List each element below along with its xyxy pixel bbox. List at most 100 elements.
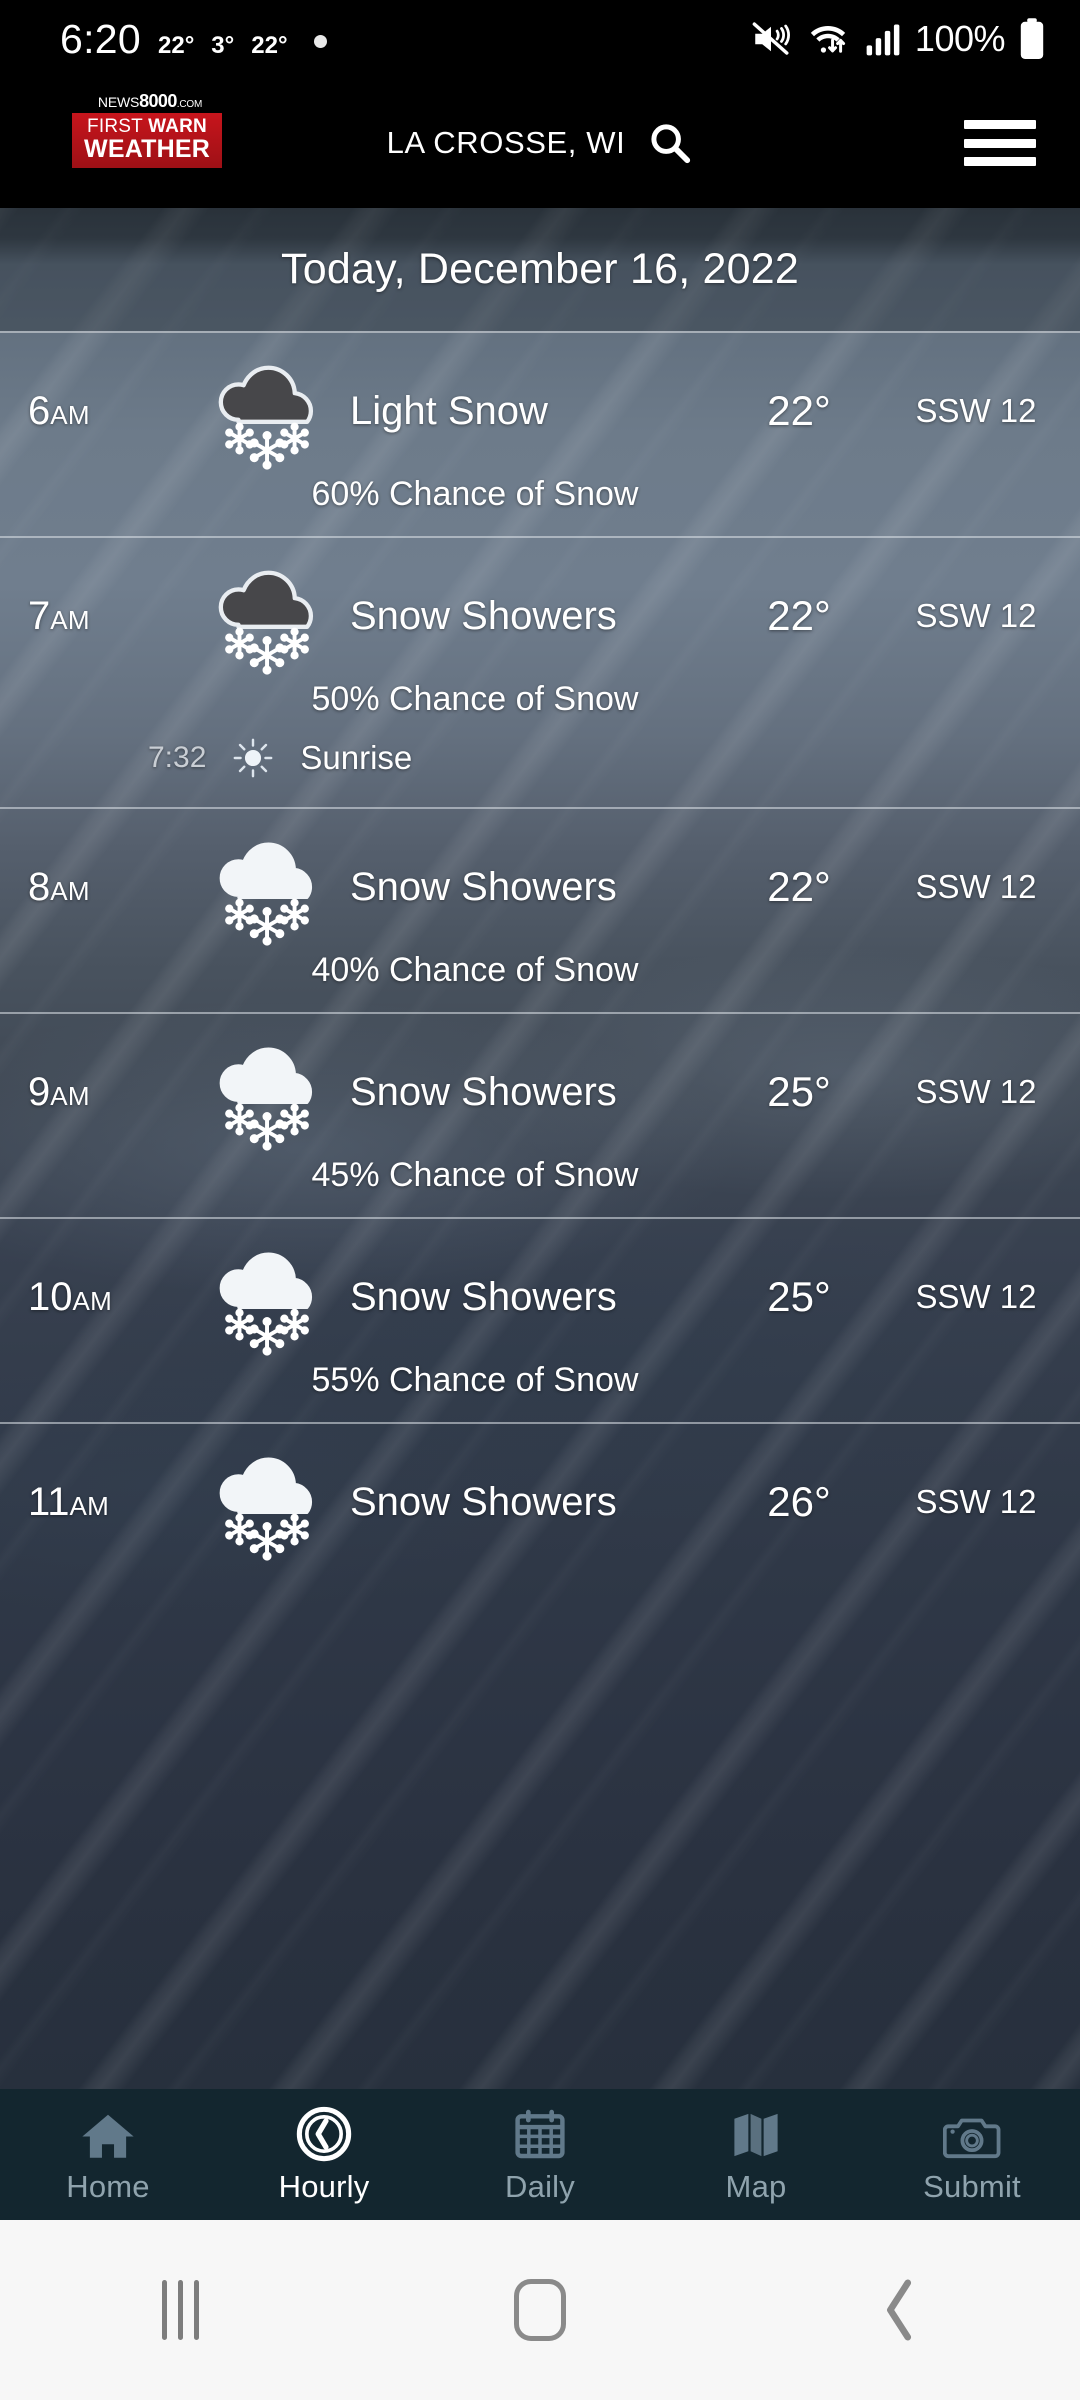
hourly-row[interactable]: 11AM Snow Showers 26° SSW 12 [0, 1424, 1080, 1580]
sunrise-sun-icon [233, 738, 273, 778]
logo-first-warn-weather-box: FIRST WARN WEATHER [72, 113, 222, 169]
android-status-bar: 6:20 22° 3° 22° 100% [0, 0, 1080, 78]
home-button-icon[interactable] [360, 2279, 720, 2341]
recents-bar-3 [193, 2280, 199, 2340]
notification-dot-icon [313, 34, 327, 48]
battery-icon [1020, 18, 1044, 59]
hour-temperature: 22° [767, 863, 831, 910]
status-bar-temp-2: 3° [211, 31, 235, 59]
hourly-row[interactable]: 10AM Snow Showers 25° SSW 12 55% Chance … [0, 1219, 1080, 1424]
status-bar-left: 6:20 22° 3° 22° [60, 16, 327, 63]
hour-time-ampm: AM [50, 399, 90, 430]
home-button-shape [514, 2279, 566, 2341]
hour-time: 8AM [0, 865, 196, 910]
hour-condition: Snow Showers [350, 593, 617, 638]
hour-condition: Light Snow [350, 388, 548, 433]
hour-wind: SSW 12 [915, 597, 1037, 634]
hourly-scroll-list[interactable]: Today, December 16, 2022 6AM Light Snow … [0, 208, 1080, 2089]
status-bar-right: 100% [750, 17, 1046, 61]
logo-first-word: FIRST [87, 116, 149, 137]
hour-condition: Snow Showers [350, 1069, 617, 1114]
snow-cloud-icon [218, 365, 314, 470]
tab-map[interactable]: Map [648, 2089, 864, 2220]
hourly-row-main: 6AM Light Snow 22° SSW 12 [0, 333, 1080, 489]
hour-precip-chance: 45% Chance of Snow [311, 1156, 639, 1194]
hour-condition: Snow Showers [350, 1479, 617, 1524]
hourly-row-main: 8AM Snow Showers 22° SSW 12 [0, 809, 1080, 965]
hourly-row[interactable]: 9AM Snow Showers 25° SSW 12 45% Chance o… [0, 1014, 1080, 1219]
hour-wind: SSW 12 [915, 1483, 1037, 1520]
hour-precip-chance: 60% Chance of Snow [311, 475, 639, 513]
tab-label-submit: Submit [923, 2168, 1021, 2204]
hamburger-bar-1 [964, 120, 1036, 129]
logo-news8000-text: NEWS8000.COM [72, 92, 222, 110]
tab-submit[interactable]: Submit [864, 2089, 1080, 2220]
tab-daily[interactable]: Daily [432, 2089, 648, 2220]
search-icon[interactable] [647, 120, 693, 166]
mute-icon [752, 22, 790, 55]
logo-news-word: NEWS [97, 94, 140, 110]
hour-time-value: 11 [28, 1479, 70, 1524]
logo-warn-word: WARN [148, 116, 207, 137]
hamburger-bar-3 [964, 157, 1036, 166]
date-header-label: Today, December 16, 2022 [281, 245, 799, 293]
logo-8000-word: 8000 [139, 91, 177, 111]
tab-label-map: Map [725, 2168, 787, 2204]
hour-time: 6AM [0, 389, 196, 434]
hourly-row-main: 11AM Snow Showers 26° SSW 12 [0, 1424, 1080, 1580]
hourly-row[interactable]: 6AM Light Snow 22° SSW 12 60% Chance of … [0, 333, 1080, 538]
status-bar-clock: 6:20 [60, 15, 141, 62]
current-location-label[interactable]: LA CROSSE, WI [387, 125, 626, 161]
hour-weather-icon-slot [196, 1443, 342, 1561]
hour-precip-chance: 55% Chance of Snow [311, 1361, 639, 1399]
hour-wind: SSW 12 [915, 868, 1037, 905]
hour-time-ampm: AM [50, 604, 90, 635]
hourly-row[interactable]: 7AM Snow Showers 22° SSW 12 50% Chance o… [0, 538, 1080, 809]
hour-precip-chance: 50% Chance of Snow [311, 680, 639, 718]
hour-weather-icon-slot [196, 557, 342, 675]
tab-label-daily: Daily [505, 2168, 575, 2204]
logo-weather-word: WEATHER [84, 134, 210, 163]
hour-time-ampm: AM [50, 1080, 90, 1111]
battery-percent-label: 100% [914, 18, 1006, 59]
recents-bar-2 [177, 2280, 183, 2340]
hourly-row-main: 9AM Snow Showers 25° SSW 12 [0, 1014, 1080, 1170]
recents-bars [161, 2280, 199, 2340]
date-header: Today, December 16, 2022 [0, 208, 1080, 333]
app-logo[interactable]: NEWS8000.COM FIRST WARN WEATHER [72, 92, 222, 169]
status-bar-temp-3: 22° [251, 31, 288, 59]
hour-time-value: 8 [28, 864, 51, 909]
cellular-signal-icon [866, 24, 900, 56]
status-bar-temp-1: 22° [158, 31, 195, 59]
back-icon[interactable] [720, 2277, 1080, 2343]
hour-temperature: 22° [767, 592, 831, 639]
hour-wind: SSW 12 [915, 1073, 1037, 1110]
tab-hourly[interactable]: Hourly [216, 2089, 432, 2220]
hamburger-bar-2 [964, 138, 1036, 148]
home-icon [79, 2105, 137, 2163]
hour-time-value: 9 [28, 1069, 51, 1114]
hourly-row-main: 10AM Snow Showers 25° SSW 12 [0, 1219, 1080, 1375]
recents-icon[interactable] [0, 2280, 360, 2340]
hour-time-ampm: AM [50, 875, 90, 906]
hourly-row[interactable]: 8AM Snow Showers 22° SSW 12 40% Chance o… [0, 809, 1080, 1014]
hamburger-menu-icon[interactable] [964, 120, 1036, 166]
hour-weather-icon-slot [196, 352, 342, 470]
hour-time: 7AM [0, 594, 196, 639]
sunrise-row: 7:32 Sunrise [0, 737, 1080, 807]
hour-time-ampm: AM [72, 1285, 113, 1316]
hour-temperature: 25° [767, 1273, 831, 1320]
snow-cloud-icon [219, 1047, 313, 1151]
hour-time-value: 7 [28, 593, 51, 638]
hour-temperature: 22° [767, 387, 831, 434]
phone-screen: 6:20 22° 3° 22° 100% NEWS8000.COM FIRST … [0, 0, 1080, 2400]
sunrise-label: Sunrise [300, 739, 413, 776]
tab-home[interactable]: Home [0, 2089, 216, 2220]
recents-bar-1 [161, 2280, 167, 2340]
map-icon [729, 2105, 783, 2163]
tab-label-hourly: Hourly [278, 2168, 370, 2204]
app-header: NEWS8000.COM FIRST WARN WEATHER LA CROSS… [0, 78, 1080, 208]
hour-time-value: 10 [28, 1274, 73, 1319]
hour-time-ampm: AM [69, 1490, 110, 1521]
hour-condition: Snow Showers [350, 1274, 617, 1319]
